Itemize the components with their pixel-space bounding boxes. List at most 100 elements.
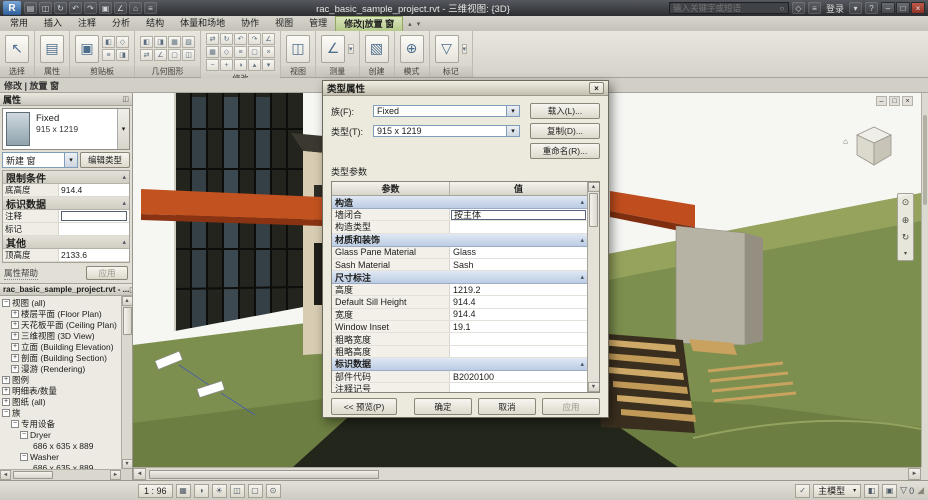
scroll-up-icon[interactable]: ▲ (121, 296, 132, 306)
view-cube[interactable]: ⌂ (843, 119, 901, 175)
comments-input[interactable] (61, 211, 127, 221)
tree-item-legends[interactable]: + 图例 (0, 374, 121, 385)
tree-item-washer-type[interactable]: 686 x 635 x 889 (0, 462, 121, 470)
properties-help-link[interactable]: 属性帮助 (4, 267, 39, 280)
reveal-hidden-icon[interactable]: ⊙ (265, 483, 281, 498)
design-option-select[interactable]: 主模型 ▾ (813, 483, 862, 498)
dialog-close-icon[interactable]: × (589, 82, 604, 94)
wall-closure-input[interactable]: 按主体 (451, 209, 586, 220)
family-select[interactable]: Fixed ▾ (373, 105, 520, 117)
editable-only-icon[interactable]: ✓ (795, 483, 811, 498)
prop-value[interactable]: 2133.6 (59, 249, 129, 261)
project-browser-header[interactable]: rac_basic_sample_project.rvt - ... ◫ (0, 283, 132, 296)
ribbon-collapse-icon[interactable]: ▴ (408, 20, 412, 28)
tree-item-floor-plans[interactable]: + 楼层平面 (Floor Plan) (0, 308, 121, 319)
measure-tool-icon[interactable]: ∠ (321, 34, 345, 63)
collapse-icon[interactable]: − (2, 408, 10, 417)
duplicate-button[interactable]: 复制(D)... (530, 123, 600, 139)
param-value[interactable] (450, 383, 587, 392)
signin-dropdown-icon[interactable]: ▾ (849, 2, 863, 14)
tab-insert[interactable]: 插入 (36, 16, 70, 31)
table-row[interactable]: 墙闭合 按主体 (332, 209, 587, 222)
copy-icon[interactable]: ◇ (116, 36, 129, 48)
rotate-icon[interactable]: ↻ (220, 33, 233, 45)
sun-path-icon[interactable]: ☀ (211, 483, 227, 498)
table-row[interactable]: 宽度 914.4 (332, 308, 587, 322)
exchange-icon[interactable]: ◇ (792, 2, 805, 14)
table-row[interactable]: 注释记号 (332, 383, 587, 392)
open-icon[interactable]: ▤ (24, 2, 37, 14)
comm-center-icon[interactable]: ≡ (808, 2, 821, 14)
view-scale-button[interactable]: 1 : 96 (138, 483, 173, 498)
tag-dropdown-icon[interactable]: ▾ (461, 43, 468, 54)
collapse-group-icon[interactable]: ▴ (122, 173, 126, 181)
crop-view-icon[interactable]: ▢ (247, 483, 263, 498)
canvas-horizontal-scrollbar[interactable]: ◄ ► (133, 467, 921, 480)
tag-on-placement-icon[interactable]: ▽ (434, 34, 459, 63)
paste-icon[interactable]: ▣ (75, 34, 99, 63)
param-value[interactable]: 914.4 (450, 309, 587, 320)
tab-structure[interactable]: 结构 (138, 16, 172, 31)
dialog-apply-button[interactable]: 应用 (542, 398, 600, 415)
redo-tool-icon[interactable]: ↷ (248, 33, 261, 45)
table-row[interactable]: Default Sill Height 914.4 (332, 296, 587, 309)
type-selector[interactable]: Fixed 915 x 1219 ▾ (2, 108, 130, 150)
scroll-down-icon[interactable]: ▼ (121, 459, 132, 469)
prop-value[interactable] (59, 223, 129, 235)
app-menu-button[interactable]: R (3, 1, 21, 15)
scrollbar-thumb[interactable] (122, 307, 132, 335)
param-value[interactable] (450, 333, 587, 344)
search-input[interactable] (670, 3, 776, 13)
tab-annotate[interactable]: 注释 (70, 16, 104, 31)
view-minimize-icon[interactable]: – (876, 96, 887, 106)
tree-item-renderings[interactable]: + 漫游 (Rendering) (0, 363, 121, 374)
align-icon[interactable]: ⇄ (206, 33, 219, 45)
table-row[interactable]: 构造类型 (332, 221, 587, 234)
cut-icon[interactable]: ◧ (102, 36, 115, 48)
collapse-icon[interactable]: − (20, 452, 28, 461)
filter-select[interactable]: 新建 窗 ▾ (2, 152, 78, 168)
properties-icon[interactable]: ▤ (40, 34, 64, 63)
table-row[interactable]: 粗略宽度 (332, 333, 587, 346)
search-box[interactable]: ○ (669, 2, 789, 14)
filter-select-dropdown-icon[interactable]: ▾ (64, 153, 77, 167)
prop-row-head-height[interactable]: 顶高度 2133.6 (3, 249, 129, 262)
expand-icon[interactable]: + (11, 364, 19, 373)
restore-button[interactable]: □ (896, 2, 911, 14)
tree-item-elevations[interactable]: + 立面 (Building Elevation) (0, 341, 121, 352)
exclude-options-icon[interactable]: ◧ (864, 483, 880, 498)
paint-icon[interactable]: ▢ (168, 49, 181, 61)
offset-icon[interactable]: ≡ (234, 46, 247, 58)
detail-level-icon[interactable]: ▦ (175, 483, 191, 498)
3d-view-icon[interactable]: ⌂ (129, 2, 142, 14)
chevron-down-icon[interactable]: ▾ (506, 126, 519, 136)
table-row[interactable]: Sash Material Sash (332, 258, 587, 272)
redo-icon[interactable]: ↷ (84, 2, 97, 14)
type-select[interactable]: 915 x 1219 ▾ (373, 125, 520, 137)
param-value[interactable] (450, 346, 587, 357)
match-icon[interactable]: ≡ (102, 49, 115, 61)
tree-item-washer[interactable]: − Washer (0, 451, 121, 462)
scrollbar-thumb[interactable] (149, 469, 379, 479)
properties-apply-button[interactable]: 应用 (86, 266, 128, 280)
chevron-down-icon[interactable]: ▾ (853, 487, 856, 494)
param-value[interactable]: B2020100 (450, 371, 587, 382)
prop-row-comments[interactable]: 注释 (3, 210, 129, 223)
rename-button[interactable]: 重命名(R)... (530, 143, 600, 159)
scrollbar-thumb[interactable] (589, 193, 598, 227)
ribbon-options-icon[interactable]: ▾ (417, 20, 421, 28)
join-icon[interactable]: ▦ (168, 36, 181, 48)
column-header-parameter[interactable]: 参数 (332, 182, 450, 195)
param-group-dimensions[interactable]: 尺寸标注 ▴ (332, 271, 587, 285)
move-down-icon[interactable]: ▾ (262, 59, 275, 71)
scrollbar-thumb[interactable] (923, 115, 927, 205)
measure-icon[interactable]: ∠ (114, 2, 127, 14)
minimize-button[interactable]: – (881, 2, 896, 14)
cancel-button[interactable]: 取消 (478, 398, 536, 415)
type-selector-dropdown-icon[interactable]: ▾ (117, 109, 129, 149)
help-icon[interactable]: ? (865, 2, 879, 14)
table-row[interactable]: 粗略高度 (332, 345, 587, 358)
tab-massing-site[interactable]: 体量和场地 (172, 16, 233, 31)
zoom-icon[interactable]: ⊕ (902, 215, 910, 226)
steering-wheel-icon[interactable]: ⊙ (902, 197, 910, 208)
